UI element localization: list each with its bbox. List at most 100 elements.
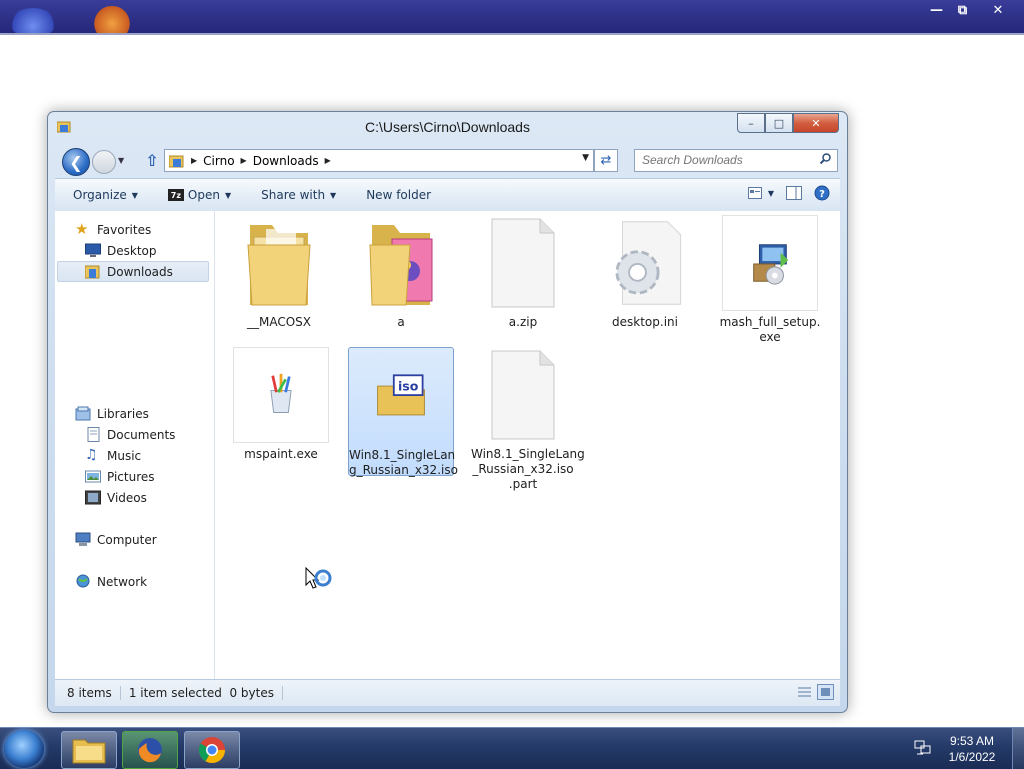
status-view-buttons [792,684,834,700]
music-icon: ♫ [85,447,98,463]
back-arrow-icon: ❮ [69,152,83,172]
close-button[interactable]: ✕ [793,113,839,133]
search-box[interactable] [634,149,838,172]
file-name: Win8.1_SingleLang _Russian_x32.iso .part [471,447,585,491]
file-item[interactable]: __MACOSX [227,215,331,330]
breadcrumb-downloads[interactable]: Downloads [253,154,319,168]
file-item[interactable]: iso Win8.1_SingleLan g_Russian_x32.iso [348,347,458,477]
status-bar: 8 items 1 item selected 0 bytes [55,679,840,706]
paint-icon [233,347,329,443]
file-item[interactable]: a [349,215,453,330]
folder-icon [231,215,327,311]
search-icon [820,153,831,164]
search-input[interactable] [635,150,812,169]
nav-label: Libraries [97,406,149,421]
recent-pages-dropdown[interactable]: ▼ [118,156,124,165]
outer-divider [0,33,1024,35]
file-name: mash_full_setup. exe [719,315,821,344]
start-button[interactable] [4,730,44,768]
busy-cursor-icon [305,567,332,589]
chevron-down-icon: ▼ [224,190,232,200]
file-item[interactable]: a.zip [471,215,575,330]
taskbar-firefox[interactable] [122,731,178,769]
nav-videos[interactable]: Videos [85,487,147,508]
nav-favorites[interactable]: ★ Favorites [75,219,151,240]
help-icon[interactable]: ? [814,185,830,201]
blank-file-icon [475,215,571,311]
share-with-button[interactable]: Share with ▼ [261,188,336,202]
chevron-down-icon: ▼ [131,190,138,200]
back-button[interactable]: ❮ [62,148,90,176]
command-bar: Organize ▼ 7z Open ▼ Share with ▼ New folder… [55,178,840,212]
network-tray-icon[interactable] [914,740,932,756]
nav-network[interactable]: Network [75,571,147,592]
item-count: 8 items [55,686,121,700]
libraries-icon [75,406,91,421]
window-controls: – □ ✕ [737,113,839,133]
address-dropdown-icon[interactable]: ▼ [582,153,589,163]
show-desktop-button[interactable] [1012,728,1024,769]
maximize-button[interactable]: □ [765,113,793,133]
outer-app-icon [10,8,56,34]
outer-app-icon-2 [92,6,132,34]
chevron-down-icon[interactable]: ▼ [768,189,774,198]
share-with-label: Share with [261,188,326,202]
nav-libraries[interactable]: Libraries [75,403,149,424]
outer-restore-button[interactable]: ⧉ [946,0,979,20]
nav-downloads[interactable]: Downloads [57,261,209,282]
new-folder-button[interactable]: New folder [366,188,431,202]
organize-button[interactable]: Organize ▼ [73,188,138,202]
documents-icon [87,427,100,442]
iso-file-icon: iso [353,348,449,444]
large-icons-view-icon[interactable] [817,684,834,700]
taskbar-file-explorer[interactable] [61,731,117,769]
svg-text:?: ? [819,189,825,200]
downloads-folder-icon [85,265,100,279]
star-icon: ★ [75,220,89,238]
file-item[interactable]: Win8.1_SingleLang _Russian_x32.iso .part [471,347,585,492]
address-bar[interactable]: ▶ Cirno ▶ Downloads ▶ ▼ [164,149,594,172]
forward-button[interactable] [92,150,116,174]
network-icon [76,574,90,588]
outer-window-titlebar [0,0,1024,34]
svg-text:iso: iso [398,379,419,394]
chrome-icon [198,737,226,764]
file-item[interactable]: mspaint.exe [229,347,333,462]
nav-label: Downloads [107,264,173,279]
open-label: Open [187,188,220,202]
taskbar-chrome[interactable] [184,731,240,769]
nav-label: Desktop [107,243,157,258]
blank-file-icon [475,347,571,443]
videos-icon [85,490,101,505]
up-arrow-icon[interactable]: ⇧ [142,150,162,172]
selection-label: 1 item selected [128,686,222,700]
desktop-icon [85,243,101,257]
preview-pane-icon[interactable] [786,186,802,200]
open-button[interactable]: 7z Open ▼ [167,188,232,202]
nav-pictures[interactable]: Pictures [85,466,155,487]
outer-close-button[interactable]: ✕ [980,0,1016,20]
change-view-icon[interactable] [747,187,762,199]
nav-desktop[interactable]: Desktop [85,240,157,261]
clock-date: 1/6/2022 [948,750,996,764]
file-name: desktop.ini [612,315,678,329]
breadcrumb-separator[interactable]: ▶ [191,156,197,165]
minimize-button[interactable]: – [737,113,765,133]
nav-documents[interactable]: Documents [85,424,175,445]
refresh-button[interactable]: ⇄ [594,149,618,172]
details-view-icon[interactable] [796,684,813,700]
breadcrumb-separator[interactable]: ▶ [241,156,247,165]
nav-label: Favorites [97,222,152,237]
nav-computer[interactable]: Computer [75,529,157,550]
breadcrumb-separator[interactable]: ▶ [325,156,331,165]
nav-music[interactable]: ♫ Music [85,445,141,466]
7zip-icon: 7z [167,189,184,201]
nav-label: Computer [97,532,157,547]
file-item[interactable]: mash_full_setup. exe [718,215,822,345]
nav-label: Pictures [107,469,155,484]
file-name: mspaint.exe [244,447,318,461]
breadcrumb-cirno[interactable]: Cirno [203,154,234,168]
clock[interactable]: 9:53 AM 1/6/2022 [944,733,1000,765]
file-item[interactable]: desktop.ini [593,215,697,330]
navigation-pane: ★ Favorites Desktop Downloads Libraries … [55,211,215,679]
